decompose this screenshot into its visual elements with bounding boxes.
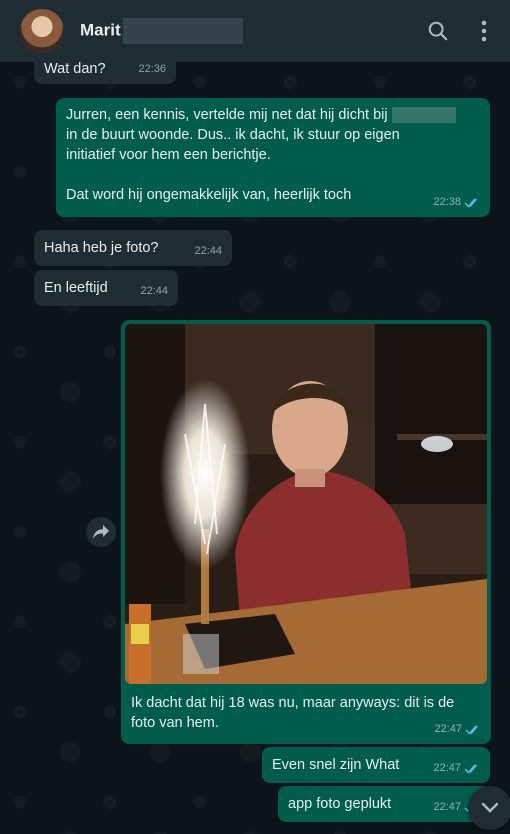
search-icon[interactable] [426, 19, 450, 43]
message-incoming[interactable]: Haha heb je foto? 22:44 [34, 230, 232, 266]
message-outgoing[interactable]: Even snel zijn What 22:47 [262, 747, 490, 783]
header-actions [426, 19, 496, 43]
message-outgoing[interactable]: Jurren, een kennis, vertelde mij net dat… [56, 98, 490, 217]
contact-name[interactable]: Marit [80, 18, 243, 44]
read-ticks-icon [464, 764, 478, 774]
message-text: Even snel zijn What [272, 757, 400, 773]
scroll-down-button[interactable] [468, 786, 510, 830]
message-text: En leeftijd [44, 280, 108, 296]
contact-name-text: Marit [80, 20, 121, 40]
message-time: 22:36 [138, 63, 166, 75]
forward-icon[interactable] [86, 517, 116, 547]
message-text: Jurren, een kennis, vertelde mij net dat… [66, 105, 486, 205]
chat-header: Marit [0, 0, 510, 62]
redacted-surname [122, 18, 243, 44]
message-text: Haha heb je foto? [44, 240, 159, 256]
message-time: 22:47 [434, 719, 481, 739]
image-caption: Ik dacht dat hij 18 was nu, maar anyways… [131, 695, 455, 731]
contact-avatar[interactable] [20, 9, 64, 53]
read-ticks-icon [464, 198, 478, 208]
message-time: 22:38 [433, 192, 480, 212]
message-outgoing-image[interactable]: Ik dacht dat hij 18 was nu, maar anyways… [121, 320, 491, 744]
redacted-text [391, 107, 456, 124]
message-time: 22:47 [433, 758, 480, 778]
message-incoming[interactable]: En leeftijd 22:44 [34, 270, 178, 306]
message-time: 22:44 [194, 245, 222, 257]
message-time: 22:44 [140, 285, 168, 297]
photo-image[interactable] [125, 324, 487, 684]
more-vertical-icon[interactable] [472, 19, 496, 43]
message-incoming[interactable]: Wat dan? 22:36 [34, 62, 176, 84]
message-outgoing[interactable]: app foto geplukt 22:47 [278, 786, 490, 822]
read-ticks-icon [465, 725, 479, 735]
chevron-down-icon [481, 802, 499, 813]
message-text: Wat dan? [44, 62, 106, 77]
message-text: app foto geplukt [288, 796, 392, 812]
message-list[interactable]: Wat dan? 22:36 Jurren, een kennis, verte… [0, 62, 510, 834]
